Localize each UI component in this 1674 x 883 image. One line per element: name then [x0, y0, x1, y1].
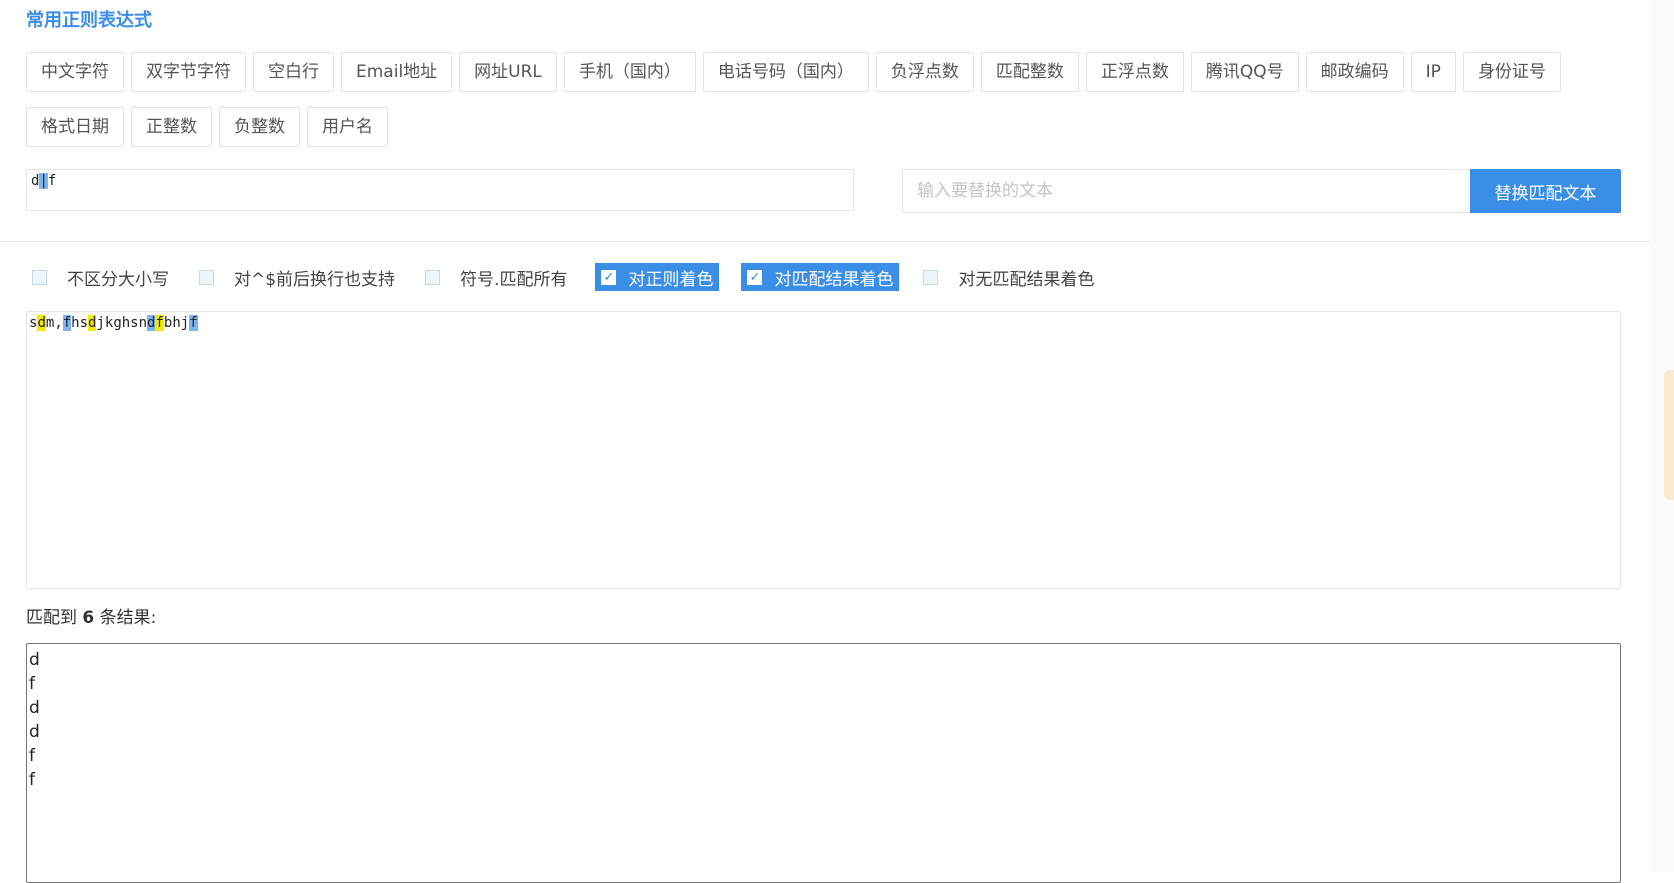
option-checkbox[interactable]: 不区分大小写	[30, 263, 175, 291]
option-checkbox[interactable]: ✓ 对正则着色	[595, 263, 720, 291]
checkbox-icon[interactable]	[923, 269, 939, 285]
regex-tag-button[interactable]: 邮政编码	[1305, 52, 1404, 92]
match-result-item: d	[29, 698, 40, 718]
match-result-item: f	[29, 674, 35, 694]
option-label: 对正则着色	[628, 269, 714, 290]
highlighted-match: f	[155, 315, 164, 331]
regex-tag-button[interactable]: 身份证号	[1462, 52, 1561, 92]
option-checkbox[interactable]: ✓ 对匹配结果着色	[741, 263, 900, 291]
option-checkbox[interactable]: 对^$前后换行也支持	[197, 263, 401, 291]
highlighted-match: f	[62, 315, 72, 331]
divider	[0, 241, 1650, 242]
regex-tag-button[interactable]: 匹配整数	[980, 52, 1079, 92]
match-result-item: d	[29, 722, 40, 742]
option-checkbox[interactable]: 对无匹配结果着色	[921, 263, 1100, 291]
regex-tag-button[interactable]: 空白行	[253, 52, 334, 92]
text-segment: m,	[45, 315, 63, 331]
match-results-list[interactable]: dfddff	[26, 643, 1621, 883]
highlighted-match: f	[189, 315, 198, 331]
option-checkbox[interactable]: 符号.匹配所有	[423, 263, 573, 291]
side-widget-edge[interactable]	[1664, 370, 1674, 500]
regex-token-operator: |	[39, 173, 48, 189]
match-result-item: f	[29, 746, 35, 766]
regex-input[interactable]: d|f	[26, 169, 854, 211]
page-title: 常用正则表达式	[26, 10, 152, 31]
match-result-item: f	[29, 770, 35, 790]
match-result-item: d	[29, 650, 40, 670]
checkbox-icon[interactable]	[32, 269, 47, 285]
regex-tags-row-1: 中文字符 双字节字符 空白行 Email地址 网址URL 手机（国内） 电话号码（国内） 负浮…	[26, 52, 1561, 92]
regex-tag-button[interactable]: 用户名	[307, 107, 388, 147]
text-segment: hs	[71, 315, 89, 331]
checkmark-icon[interactable]: ✓	[747, 269, 763, 285]
option-label: 对^$前后换行也支持	[234, 269, 396, 290]
text-segment: bhj	[163, 315, 190, 331]
replace-text-input[interactable]	[902, 169, 1470, 213]
regex-tag-button[interactable]: 格式日期	[26, 107, 124, 147]
checkbox-icon[interactable]	[199, 269, 214, 285]
regex-tag-button[interactable]: 网址URL	[459, 52, 557, 92]
regex-tag-button[interactable]: 电话号码（国内）	[702, 52, 869, 92]
highlighted-match: d	[37, 315, 46, 331]
checkbox-icon[interactable]	[425, 269, 441, 285]
regex-tag-button[interactable]: 中文字符	[26, 52, 124, 92]
option-label: 不区分大小写	[67, 269, 169, 290]
option-label: 对无匹配结果着色	[958, 269, 1095, 290]
options-row: 不区分大小写 对^$前后换行也支持 符号.匹配所有 ✓ 对正则着色 ✓ 对匹配结果着色 对无匹…	[30, 263, 1122, 291]
regex-token: f	[47, 173, 57, 189]
regex-tag-button[interactable]: 正整数	[131, 107, 212, 147]
regex-tag-button[interactable]: 正浮点数	[1085, 52, 1184, 92]
regex-tag-button[interactable]: 腾讯QQ号	[1190, 52, 1299, 92]
checkmark-icon[interactable]: ✓	[601, 269, 617, 285]
regex-tag-button[interactable]: 负整数	[219, 107, 300, 147]
option-label: 符号.匹配所有	[460, 269, 568, 290]
option-label: 对匹配结果着色	[774, 269, 894, 290]
regex-tag-button[interactable]: 双字节字符	[131, 52, 246, 92]
regex-tag-button[interactable]: 负浮点数	[875, 52, 974, 92]
match-count-number: 6	[82, 608, 95, 628]
test-text-area[interactable]: sdm,fhsdjkghsndfbhjf	[26, 311, 1621, 589]
replace-match-button[interactable]: 替换匹配文本	[1470, 169, 1621, 213]
regex-tag-button[interactable]: Email地址	[341, 52, 453, 92]
regex-tags-row-2: 格式日期 正整数 负整数 用户名	[26, 107, 388, 147]
match-count: 匹配到 6 条结果:	[26, 608, 157, 628]
text-segment: jkghsn	[96, 315, 148, 331]
regex-tag-button[interactable]: 手机（国内）	[563, 52, 696, 92]
regex-tag-button[interactable]: IP	[1410, 52, 1456, 92]
